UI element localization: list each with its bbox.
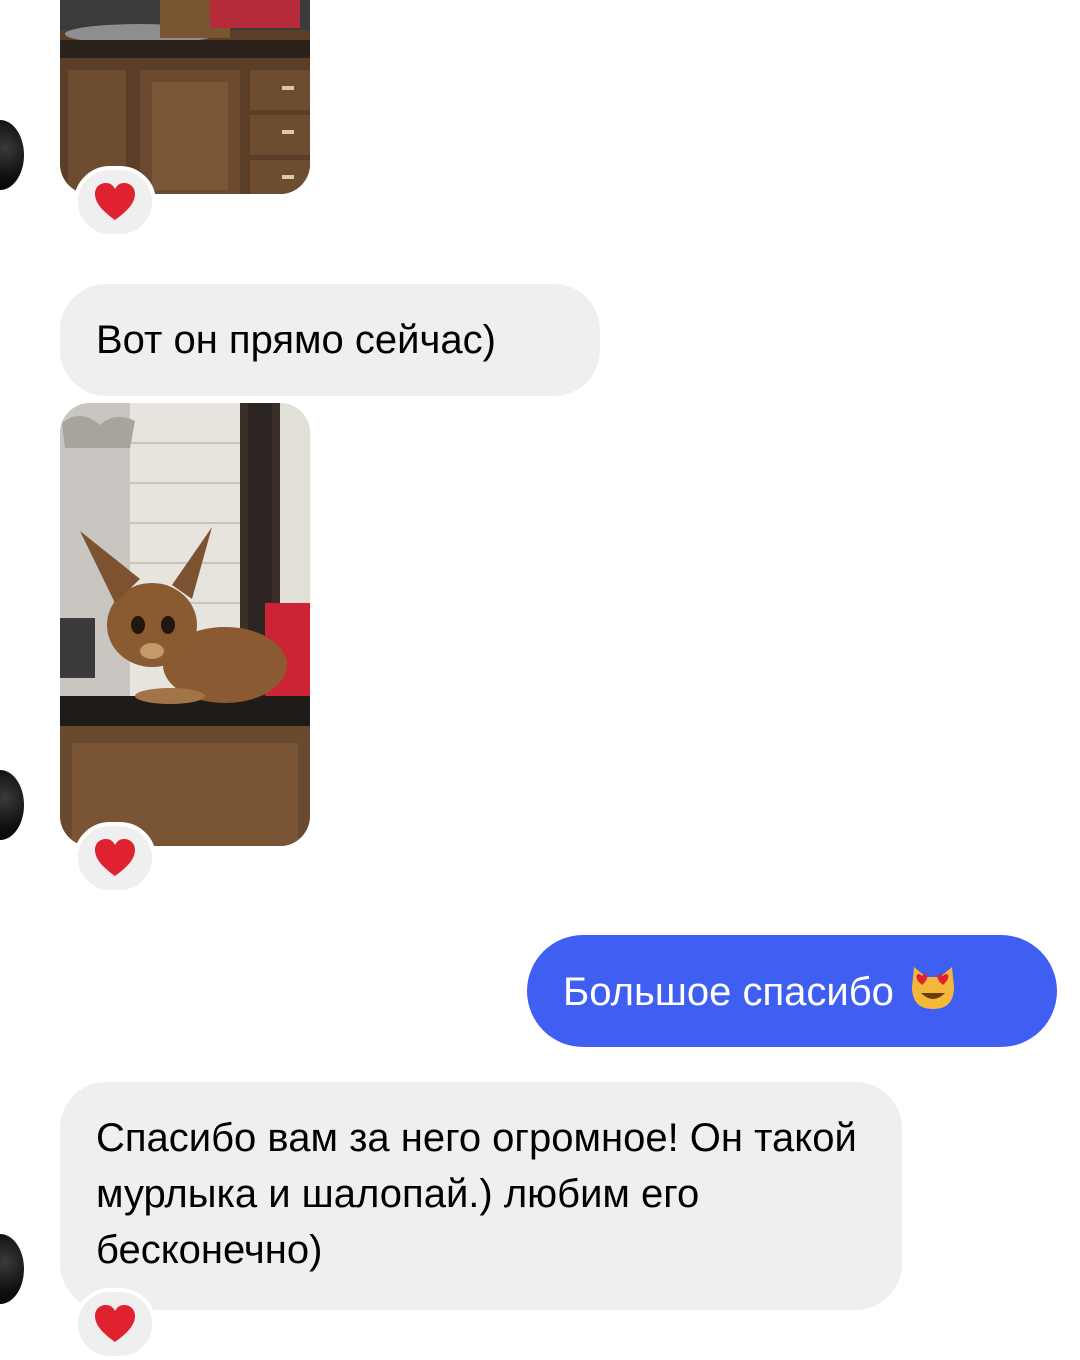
image-message-cabinet[interactable] (60, 0, 310, 194)
image-message-cat[interactable] (60, 403, 310, 846)
message-text: Вот он прямо сейчас) (96, 318, 496, 362)
heart-reaction[interactable] (74, 166, 156, 238)
contact-avatar[interactable] (0, 1234, 24, 1304)
heart-reaction[interactable] (74, 822, 156, 894)
contact-avatar[interactable] (0, 120, 24, 190)
heart-icon (95, 183, 135, 220)
message-text: Спасибо вам за него огромное! Он такой м… (96, 1116, 857, 1272)
incoming-message-bubble[interactable]: Спасибо вам за него огромное! Он такой м… (60, 1082, 902, 1310)
outgoing-message-bubble[interactable]: Большое спасибо (527, 935, 1057, 1047)
cat-photo (60, 403, 310, 846)
message-text: Большое спасибо (563, 970, 894, 1014)
heart-icon (95, 1305, 135, 1342)
heart-reaction[interactable] (74, 1288, 156, 1360)
incoming-message-bubble[interactable]: Вот он прямо сейчас) (60, 284, 600, 396)
heart-icon (95, 839, 135, 876)
heart-eyes-cat-emoji-icon (911, 967, 954, 1009)
message-thread: Вот он прямо сейчас) Большое спасибо Спа… (0, 0, 1080, 1360)
contact-avatar[interactable] (0, 770, 24, 840)
cabinet-photo (60, 0, 310, 194)
